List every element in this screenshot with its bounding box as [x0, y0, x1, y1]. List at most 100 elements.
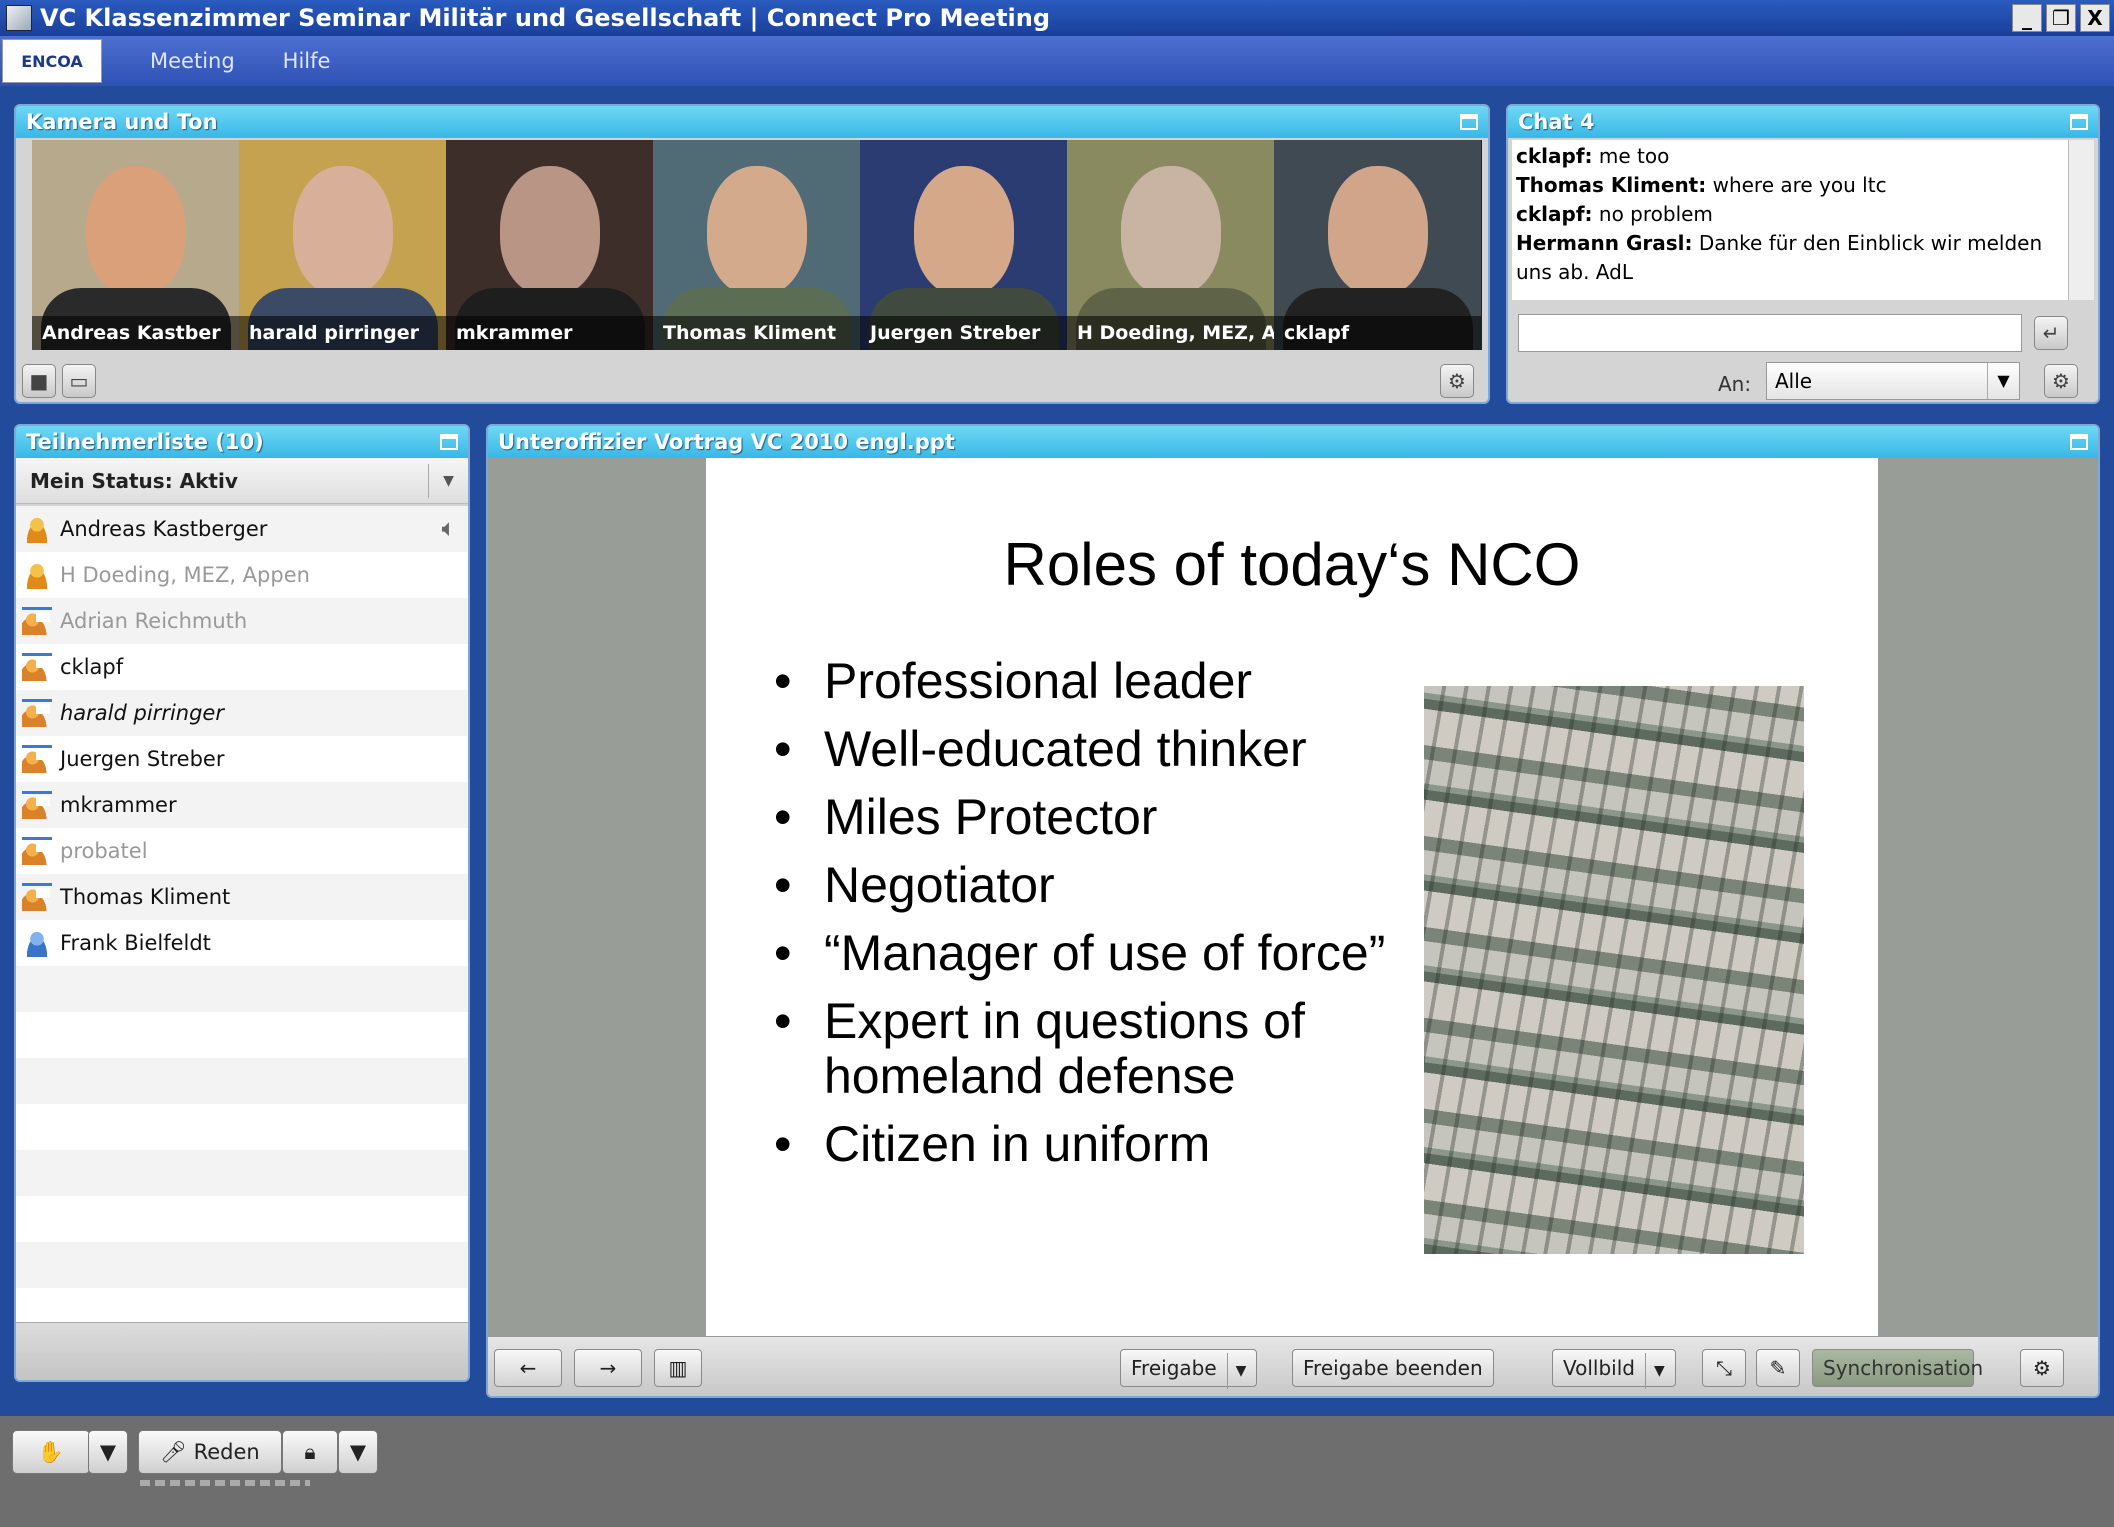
window-titlebar: VC Klassenzimmer Seminar Militär und Ges… — [0, 0, 2114, 36]
pod-minimize-icon[interactable] — [1460, 114, 1478, 130]
chat-scrollbar[interactable] — [2068, 140, 2094, 300]
participant-role-icon — [22, 929, 52, 957]
video-tile: Andreas Kastber — [32, 140, 239, 350]
chat-input[interactable] — [1518, 314, 2022, 352]
restore-button[interactable]: ❐ — [2046, 4, 2076, 32]
speak-button-label: Reden — [193, 1440, 260, 1464]
fullscreen-button[interactable]: Vollbild ▼ — [1552, 1349, 1676, 1389]
my-status-select[interactable]: Mein Status: Aktiv ▼ — [16, 458, 468, 504]
video-name-label: mkrammer — [446, 316, 653, 350]
stop-share-button[interactable]: Freigabe beenden — [1292, 1349, 1494, 1387]
speak-button[interactable]: 🎤︎ Reden — [138, 1430, 282, 1474]
volume-meter — [140, 1480, 310, 1486]
menu-hilfe[interactable]: Hilfe — [283, 49, 331, 73]
presenter-role-icon — [22, 745, 52, 773]
attendee-row[interactable]: probatel — [16, 828, 468, 874]
microphone-icon: 🎤︎ — [160, 1440, 187, 1464]
video-name-label: Thomas Kliment — [653, 316, 860, 350]
attendee-row[interactable]: Thomas Kliment — [16, 874, 468, 920]
menu-meeting[interactable]: Meeting — [150, 49, 235, 73]
slide-bullet: Expert in questions of homeland defense — [772, 994, 1412, 1104]
pod-minimize-icon[interactable] — [440, 434, 458, 450]
slide-title: Roles of today‘s NCO — [1003, 531, 1581, 598]
minimize-button[interactable]: _ — [2012, 4, 2042, 32]
share-pod: Unteroffizier Vortrag VC 2010 engl.ppt R… — [486, 424, 2100, 1398]
close-button[interactable]: X — [2080, 4, 2110, 32]
gear-icon[interactable]: ⚙ — [2044, 364, 2078, 398]
attendee-row[interactable]: cklapf — [16, 644, 468, 690]
video-name-label: Andreas Kastber — [32, 316, 239, 350]
attendee-row[interactable]: Juergen Streber — [16, 736, 468, 782]
lock-icon[interactable]: 🔒︎ — [282, 1430, 338, 1474]
slide-bullets: Professional leader Well-educated thinke… — [772, 654, 1412, 1185]
pod-minimize-icon[interactable] — [2070, 434, 2088, 450]
stop-camera-button[interactable]: ■ — [22, 364, 56, 398]
attendee-row[interactable]: mkrammer — [16, 782, 468, 828]
participant-face — [1120, 166, 1221, 296]
chat-log: cklapf: me too Thomas Kliment: where are… — [1512, 140, 2068, 300]
video-tile: cklapf — [1274, 140, 1481, 350]
chat-recipient-value: Alle — [1775, 369, 1813, 393]
host-role-icon — [22, 515, 52, 543]
menu-bar: ENCOA Meeting Hilfe — [0, 36, 2114, 86]
chevron-down-icon[interactable]: ▼ — [88, 1430, 128, 1474]
attendee-row[interactable]: Frank Bielfeldt — [16, 920, 468, 966]
chat-sender: cklapf: — [1516, 144, 1593, 168]
share-button[interactable]: Freigabe ▼ — [1120, 1349, 1258, 1389]
attendee-list: Andreas Kastberger 🔈︎ H Doeding, MEZ, Appe… — [16, 506, 468, 1334]
window-title: VC Klassenzimmer Seminar Militär und Ges… — [40, 4, 1051, 32]
chat-message: cklapf: no problem — [1516, 200, 2064, 229]
attendee-name: Juergen Streber — [60, 747, 225, 771]
attendee-pod-title: Teilnehmerliste (10) — [26, 430, 264, 454]
video-name-label: Juergen Streber — [860, 316, 1067, 350]
attendee-row[interactable]: Andreas Kastberger 🔈︎ — [16, 506, 468, 552]
slide-bullet: Negotiator — [772, 858, 1412, 914]
window-controls: _ ❐ X — [2012, 4, 2110, 32]
chat-recipient-select[interactable]: Alle ▼ — [1766, 362, 2020, 400]
attendee-name: probatel — [60, 839, 148, 863]
draw-icon[interactable]: ✎ — [1756, 1349, 1800, 1387]
video-tile: mkrammer — [446, 140, 653, 350]
chevron-down-icon: ▼ — [1644, 1353, 1665, 1389]
slide-bullet: Miles Protector — [772, 790, 1412, 846]
send-icon[interactable]: ↵ — [2034, 316, 2068, 350]
empty-row — [16, 1104, 468, 1150]
chat-text: me too — [1592, 144, 1670, 168]
share-pod-header: Unteroffizier Vortrag VC 2010 engl.ppt — [488, 426, 2098, 458]
attendee-name: harald pirringer — [60, 701, 224, 725]
gear-icon[interactable]: ⚙ — [2020, 1349, 2064, 1387]
attendee-row[interactable]: Adrian Reichmuth — [16, 598, 468, 644]
chat-message: Hermann Grasl: Danke für den Einblick wi… — [1516, 229, 2064, 287]
chat-message: Thomas Kliment: where are you ltc — [1516, 171, 2064, 200]
gear-icon[interactable]: ⚙ — [1440, 364, 1474, 398]
chat-sender: Hermann Grasl: — [1516, 231, 1693, 255]
attendee-row[interactable]: H Doeding, MEZ, Appen — [16, 552, 468, 598]
pointer-icon[interactable]: ⤡ — [1702, 1349, 1746, 1387]
attendee-pod-footer — [16, 1322, 468, 1380]
empty-row — [16, 1196, 468, 1242]
participant-face — [85, 166, 186, 296]
video-name-label: H Doeding, MEZ, Ap — [1067, 316, 1274, 350]
sidebar-toggle-icon[interactable]: ▥ — [654, 1349, 702, 1387]
previous-slide-button[interactable]: ← — [494, 1349, 562, 1387]
chat-text: no problem — [1592, 202, 1713, 226]
attendee-name: Adrian Reichmuth — [60, 609, 248, 633]
video-name-label: cklapf — [1274, 316, 1481, 350]
camera-icon[interactable]: ▭ — [62, 364, 96, 398]
sync-button[interactable]: Synchronisation — [1812, 1349, 1983, 1387]
chevron-down-icon[interactable]: ▼ — [338, 1430, 378, 1474]
camera-pod-header: Kamera und Ton — [16, 106, 1488, 138]
meeting-stage: Kamera und Ton Andreas Kastber harald pir… — [0, 86, 2114, 1416]
status-icon[interactable]: ✋ — [12, 1430, 90, 1474]
attendee-row[interactable]: harald pirringer — [16, 690, 468, 736]
chat-text: where are you ltc — [1706, 173, 1887, 197]
participant-face — [292, 166, 393, 296]
participant-face — [706, 166, 807, 296]
camera-pod: Kamera und Ton Andreas Kastber harald pir… — [14, 104, 1490, 404]
slide-bullet: Well-educated thinker — [772, 722, 1412, 778]
pod-minimize-icon[interactable] — [2070, 114, 2088, 130]
video-tile: Thomas Kliment — [653, 140, 860, 350]
next-slide-button[interactable]: → — [574, 1349, 642, 1387]
empty-row — [16, 1242, 468, 1288]
presenter-role-icon — [22, 791, 52, 819]
